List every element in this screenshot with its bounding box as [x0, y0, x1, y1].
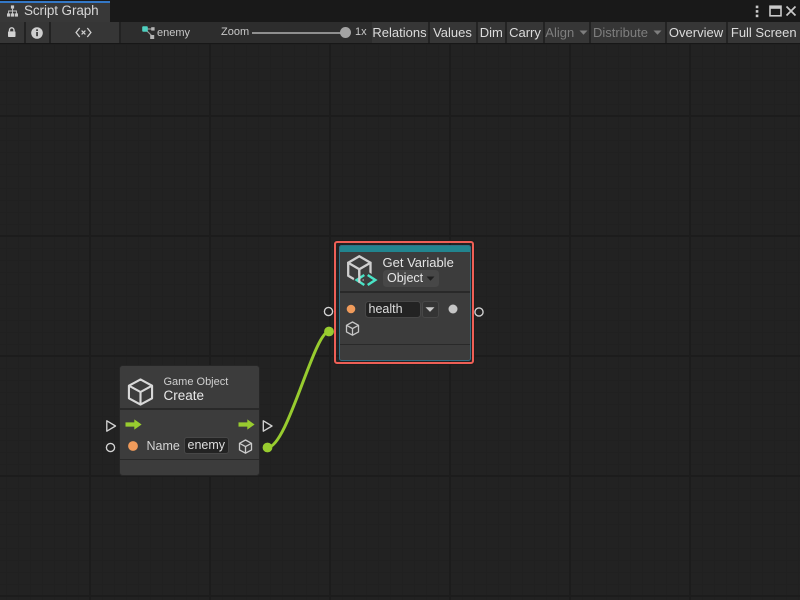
tab-label: Script Graph — [24, 3, 99, 18]
close-icon — [785, 5, 797, 17]
flow-arrow-out-icon — [238, 419, 255, 430]
graph-hierarchy-icon — [7, 5, 18, 17]
toolbar-button-dim[interactable]: Dim — [478, 22, 508, 43]
cube-icon-small — [345, 321, 360, 337]
node-header: Get Variable Object — [340, 252, 470, 294]
tab-script-graph[interactable]: Script Graph — [0, 1, 110, 22]
variable-kind-label: Object — [387, 271, 423, 285]
variable-name-value: health — [369, 302, 403, 316]
zoom-slider-handle[interactable] — [340, 27, 351, 38]
kebab-menu-icon — [755, 5, 759, 18]
node-body: health — [340, 293, 470, 345]
dropdown-caret-icon — [425, 307, 435, 312]
dropdown-caret-icon — [579, 30, 588, 35]
code-icon — [75, 27, 92, 38]
button-label: Relations — [372, 25, 426, 40]
value-port-icon-orange — [128, 441, 138, 451]
button-label: Align — [545, 25, 574, 40]
node-header: Game Object Create — [120, 366, 259, 410]
variable-name-field[interactable]: health — [365, 301, 421, 318]
variable-kind-dropdown[interactable]: Object — [383, 270, 439, 287]
close-button[interactable] — [783, 0, 799, 22]
script-graph-asset-icon — [142, 26, 155, 40]
node-create[interactable]: Game Object Create Name enemy — [120, 366, 259, 475]
value-port-icon-orange — [346, 304, 356, 314]
node-get-variable[interactable]: Get Variable Object health — [339, 245, 471, 362]
flow-arrow-in-icon — [125, 419, 142, 430]
node-surtitle: Game Object — [164, 376, 229, 388]
graph-picker-label: enemy — [157, 27, 190, 39]
dropdown-caret-icon — [653, 30, 662, 35]
toolbar-button-distribute[interactable]: Distribute — [591, 22, 667, 43]
zoom-control: Zoom 1x — [221, 22, 381, 43]
cube-icon-small — [238, 439, 253, 455]
window-menu-button[interactable] — [750, 0, 764, 22]
zoom-slider-track — [252, 32, 349, 34]
button-label: Distribute — [593, 25, 648, 40]
cube-icon — [127, 378, 154, 406]
script-graph-window: Script Graph — [0, 0, 800, 600]
node-body: Name enemy — [120, 410, 259, 460]
name-value-field[interactable]: enemy — [184, 437, 229, 454]
graph-canvas[interactable]: Get Variable Object health — [0, 44, 800, 600]
node-footer — [340, 345, 470, 356]
toolbar-button-carry[interactable]: Carry — [507, 22, 545, 43]
lock-icon — [7, 27, 17, 38]
button-label: Dim — [480, 25, 503, 40]
toolbar-button-align[interactable]: Align — [545, 22, 591, 43]
lock-button[interactable] — [0, 22, 26, 43]
info-button[interactable] — [26, 22, 51, 43]
zoom-value: 1x — [355, 26, 367, 38]
code-view-button[interactable] — [51, 22, 122, 43]
zoom-slider[interactable] — [252, 22, 349, 43]
name-field-value: enemy — [188, 438, 226, 452]
toolbar-button-overview[interactable]: Overview — [667, 22, 728, 43]
zoom-label: Zoom — [221, 26, 249, 38]
button-label: Values — [433, 25, 472, 40]
toolbar-button-values[interactable]: Values — [430, 22, 478, 43]
window-controls — [730, 0, 800, 22]
tab-bar: Script Graph — [0, 0, 800, 22]
node-title: Create — [164, 388, 205, 403]
button-label: Overview — [669, 25, 723, 40]
graph-toolbar: enemy Zoom 1x Relations Values Dim Carry… — [0, 22, 800, 44]
node-footer — [120, 460, 259, 471]
button-label: Full Screen — [731, 25, 797, 40]
dropdown-caret-icon — [426, 276, 435, 281]
graph-picker[interactable]: enemy — [121, 22, 221, 43]
info-icon — [31, 27, 43, 39]
maximize-button[interactable] — [766, 0, 784, 22]
cube-code-icon — [347, 254, 378, 288]
toolbar-button-fullscreen[interactable]: Full Screen — [728, 22, 800, 43]
name-port-label: Name — [147, 439, 180, 453]
toolbar-button-relations[interactable]: Relations — [372, 22, 430, 43]
button-label: Carry — [509, 25, 541, 40]
variable-name-dropdown[interactable] — [422, 301, 440, 318]
maximize-icon — [769, 5, 782, 17]
node-title: Get Variable — [383, 255, 454, 270]
value-port-icon-gray — [448, 304, 458, 314]
